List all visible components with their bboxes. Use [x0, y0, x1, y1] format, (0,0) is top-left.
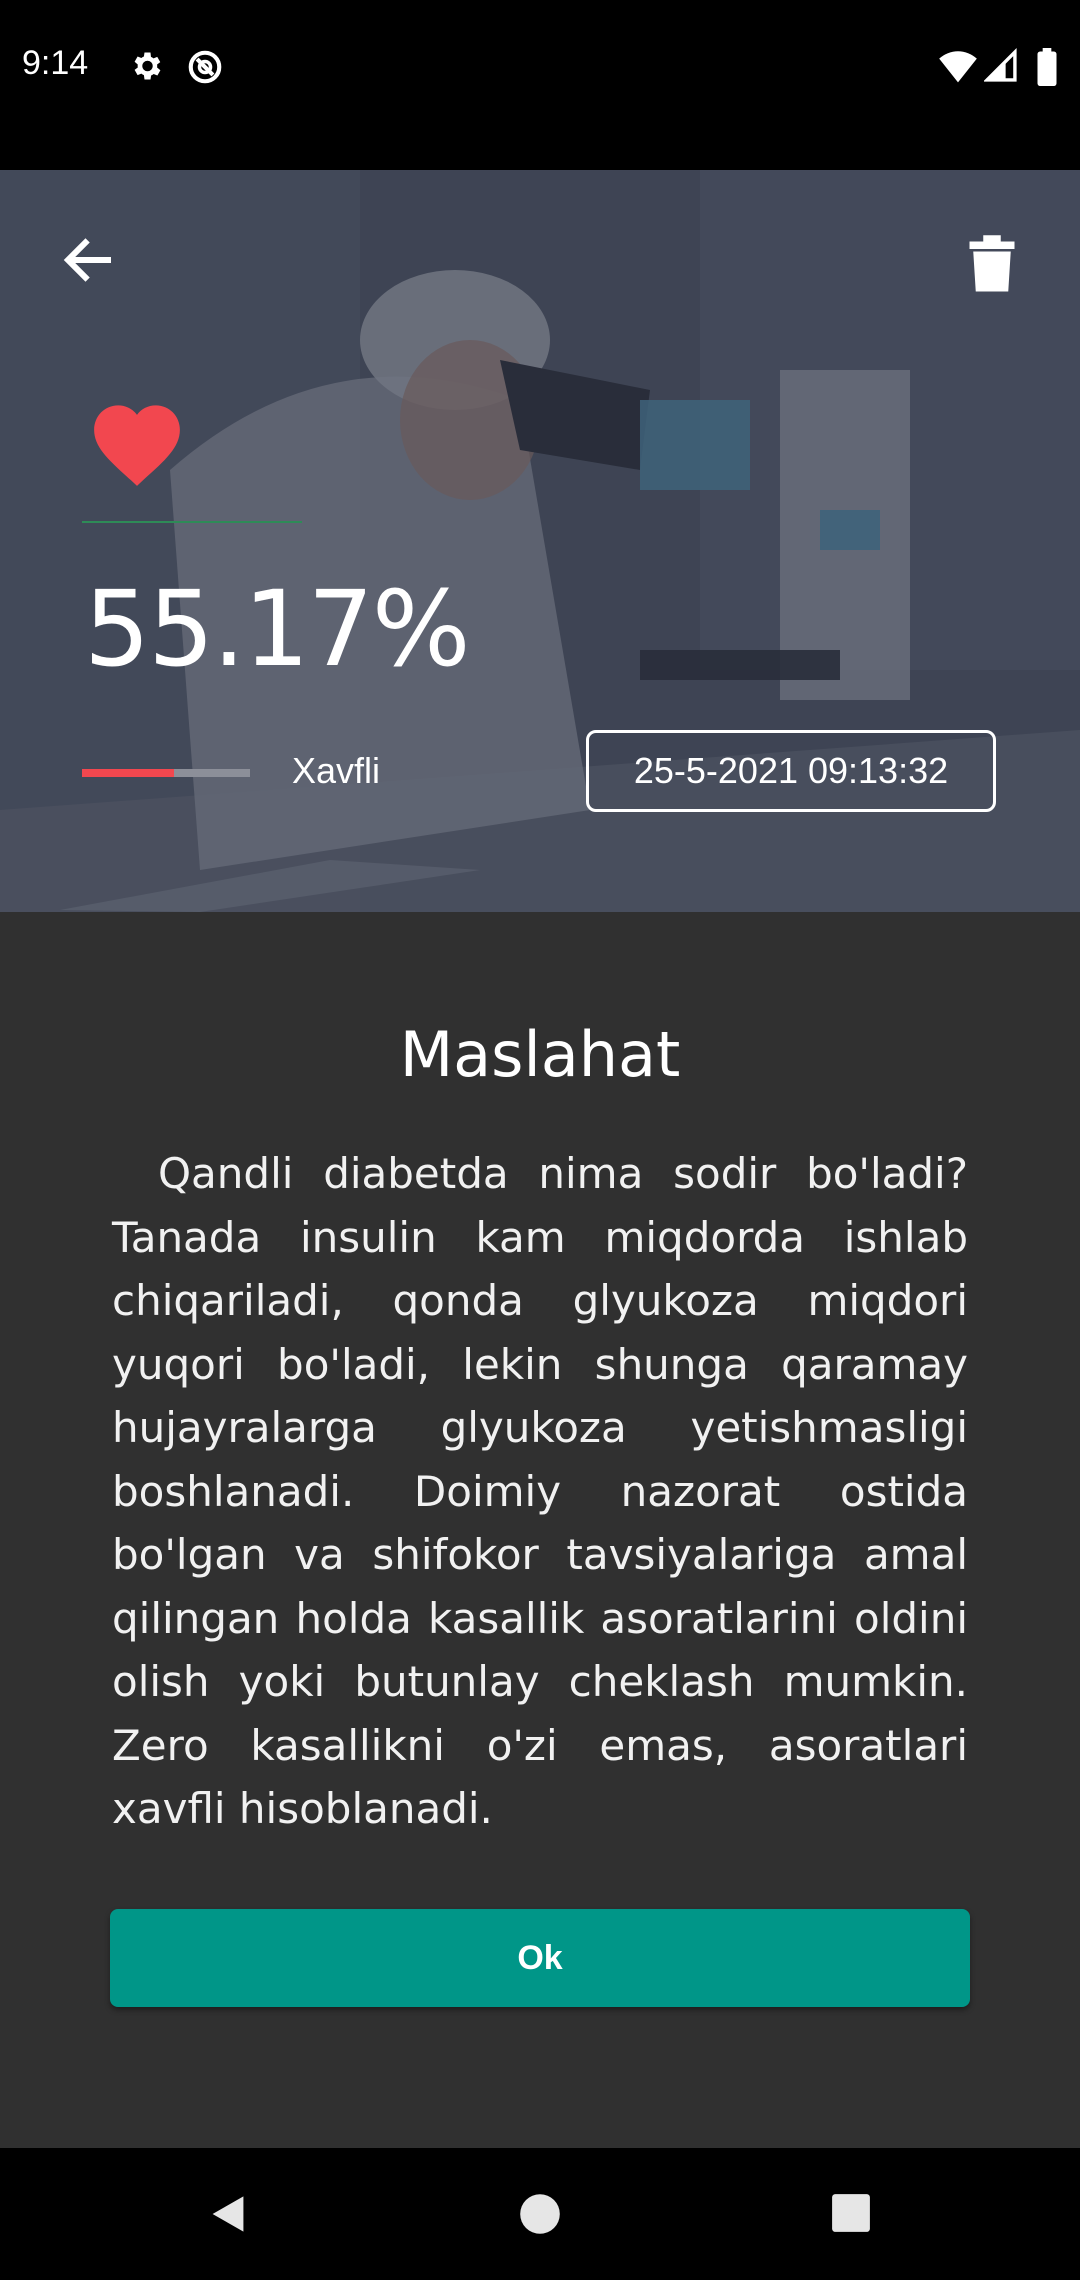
- panel-title: Maslahat: [399, 1018, 681, 1091]
- back-triangle-icon[interactable]: [206, 2192, 250, 2236]
- battery-icon: [1037, 48, 1057, 86]
- heart-icon: [94, 405, 180, 486]
- datetime-badge: 25-5-2021 09:13:32: [586, 730, 996, 812]
- back-arrow-icon[interactable]: [58, 230, 118, 290]
- recents-square-icon[interactable]: [830, 2192, 872, 2234]
- risk-percentage: 55.17%: [84, 568, 471, 690]
- hero-header: 55.17% Xavfli 25-5-2021 09:13:32: [0, 170, 1080, 912]
- trash-icon[interactable]: [964, 234, 1020, 294]
- risk-level-bar: [82, 769, 250, 777]
- do-not-disturb-icon: [188, 50, 222, 84]
- signal-icon: [984, 48, 1017, 82]
- risk-label: Xavfli: [292, 750, 381, 791]
- advice-panel: Maslahat Qandli diabetda nima sodir bo'l…: [0, 912, 1080, 2148]
- home-circle-icon[interactable]: [518, 2192, 562, 2236]
- navigation-bar: [0, 2148, 1080, 2280]
- risk-level-fill: [82, 769, 175, 777]
- gear-icon: [134, 52, 161, 80]
- heart-underline: [82, 521, 302, 523]
- advice-text: Qandli diabetda nima sodir bo'ladi? Tana…: [112, 1149, 968, 1833]
- status-bar: 9:14: [0, 0, 1080, 170]
- status-time: 9:14: [22, 44, 89, 82]
- ok-button[interactable]: Ok: [110, 1909, 970, 2007]
- wifi-icon: [939, 51, 977, 83]
